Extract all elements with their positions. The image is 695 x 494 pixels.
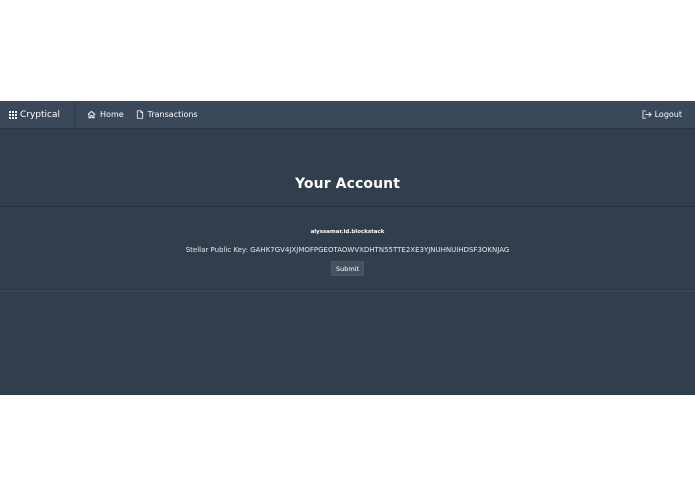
top-navbar: Cryptical Home Transactions Logout xyxy=(0,101,695,129)
grid-icon xyxy=(9,110,17,119)
public-key-value: GAHK7GV4JXJMOFPGEOTAOWVXDHTN55TTE2XE3YJN… xyxy=(250,246,510,254)
home-icon xyxy=(87,110,96,119)
submit-button[interactable]: Submit xyxy=(331,261,364,276)
nav-item-home[interactable]: Home xyxy=(81,101,130,128)
nav-item-transactions-label: Transactions xyxy=(147,110,198,119)
public-key-label: Stellar Public Key: xyxy=(185,246,248,254)
logout-button[interactable]: Logout xyxy=(642,101,682,128)
page-header: Your Account xyxy=(0,129,695,207)
account-username: alyssamar.id.blockstack xyxy=(310,229,385,235)
public-key-row: Stellar Public Key: GAHK7GV4JXJMOFPGEOTA… xyxy=(0,246,695,254)
app-window: Cryptical Home Transactions Logout Your … xyxy=(0,101,695,395)
logout-label: Logout xyxy=(654,110,682,119)
logout-icon xyxy=(642,110,652,119)
document-icon xyxy=(136,110,143,119)
nav-item-home-label: Home xyxy=(100,110,124,119)
page-title: Your Account xyxy=(294,176,401,192)
brand-logo[interactable]: Cryptical xyxy=(0,101,76,128)
nav-item-transactions[interactable]: Transactions xyxy=(130,101,204,128)
account-panel: alyssamar.id.blockstack Stellar Public K… xyxy=(0,207,695,290)
brand-label: Cryptical xyxy=(20,109,61,120)
